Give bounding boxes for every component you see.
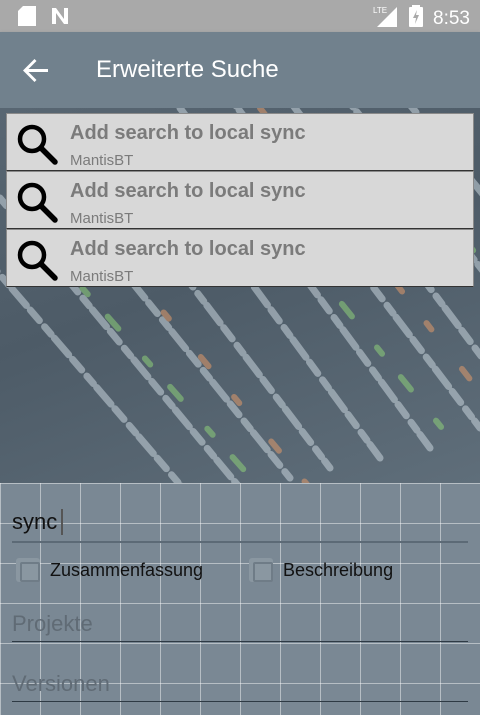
suggestion-subtitle: MantisBT bbox=[70, 268, 134, 285]
checkbox-description[interactable]: Beschreibung bbox=[249, 558, 393, 582]
search-icon bbox=[15, 122, 59, 166]
suggestion-title: Add search to local sync bbox=[70, 180, 306, 202]
svg-text:LTE: LTE bbox=[373, 6, 387, 15]
search-input-value: sync bbox=[12, 509, 58, 534]
checkbox-label: Zusammenfassung bbox=[50, 559, 204, 580]
suggestion-subtitle: MantisBT bbox=[70, 210, 134, 227]
checkbox-box[interactable] bbox=[249, 558, 273, 582]
projects-input[interactable] bbox=[12, 606, 468, 641]
n-notification-icon bbox=[50, 6, 70, 31]
projects-field[interactable] bbox=[12, 606, 468, 642]
suggestion-item[interactable]: Add search to local sync MantisBT bbox=[6, 171, 474, 229]
suggestion-title: Add search to local sync bbox=[70, 122, 306, 144]
versions-field[interactable] bbox=[12, 666, 468, 702]
text-caret bbox=[61, 509, 63, 535]
search-suggestions-list: Add search to local sync MantisBT Add se… bbox=[6, 113, 474, 287]
status-time: 8:53 bbox=[433, 7, 470, 29]
page-title: Erweiterte Suche bbox=[96, 56, 279, 83]
app-bar: Erweiterte Suche bbox=[0, 32, 480, 108]
suggestion-subtitle: MantisBT bbox=[70, 152, 134, 169]
back-arrow-icon[interactable] bbox=[20, 54, 52, 86]
search-input[interactable]: sync bbox=[12, 505, 468, 543]
suggestion-title: Add search to local sync bbox=[70, 238, 306, 260]
checkbox-box[interactable] bbox=[16, 558, 40, 582]
suggestion-item[interactable]: Add search to local sync MantisBT bbox=[6, 113, 474, 171]
search-icon bbox=[15, 238, 59, 282]
battery-charging-icon bbox=[409, 5, 424, 32]
lte-signal-icon: LTE bbox=[373, 5, 399, 32]
versions-input[interactable] bbox=[12, 666, 468, 701]
checkbox-summary[interactable]: Zusammenfassung bbox=[16, 558, 203, 582]
sd-card-icon bbox=[18, 6, 36, 31]
checkbox-label: Beschreibung bbox=[283, 559, 394, 580]
search-icon bbox=[15, 180, 59, 224]
status-bar: LTE 8:53 bbox=[0, 0, 480, 32]
suggestion-item[interactable]: Add search to local sync MantisBT bbox=[6, 229, 474, 287]
